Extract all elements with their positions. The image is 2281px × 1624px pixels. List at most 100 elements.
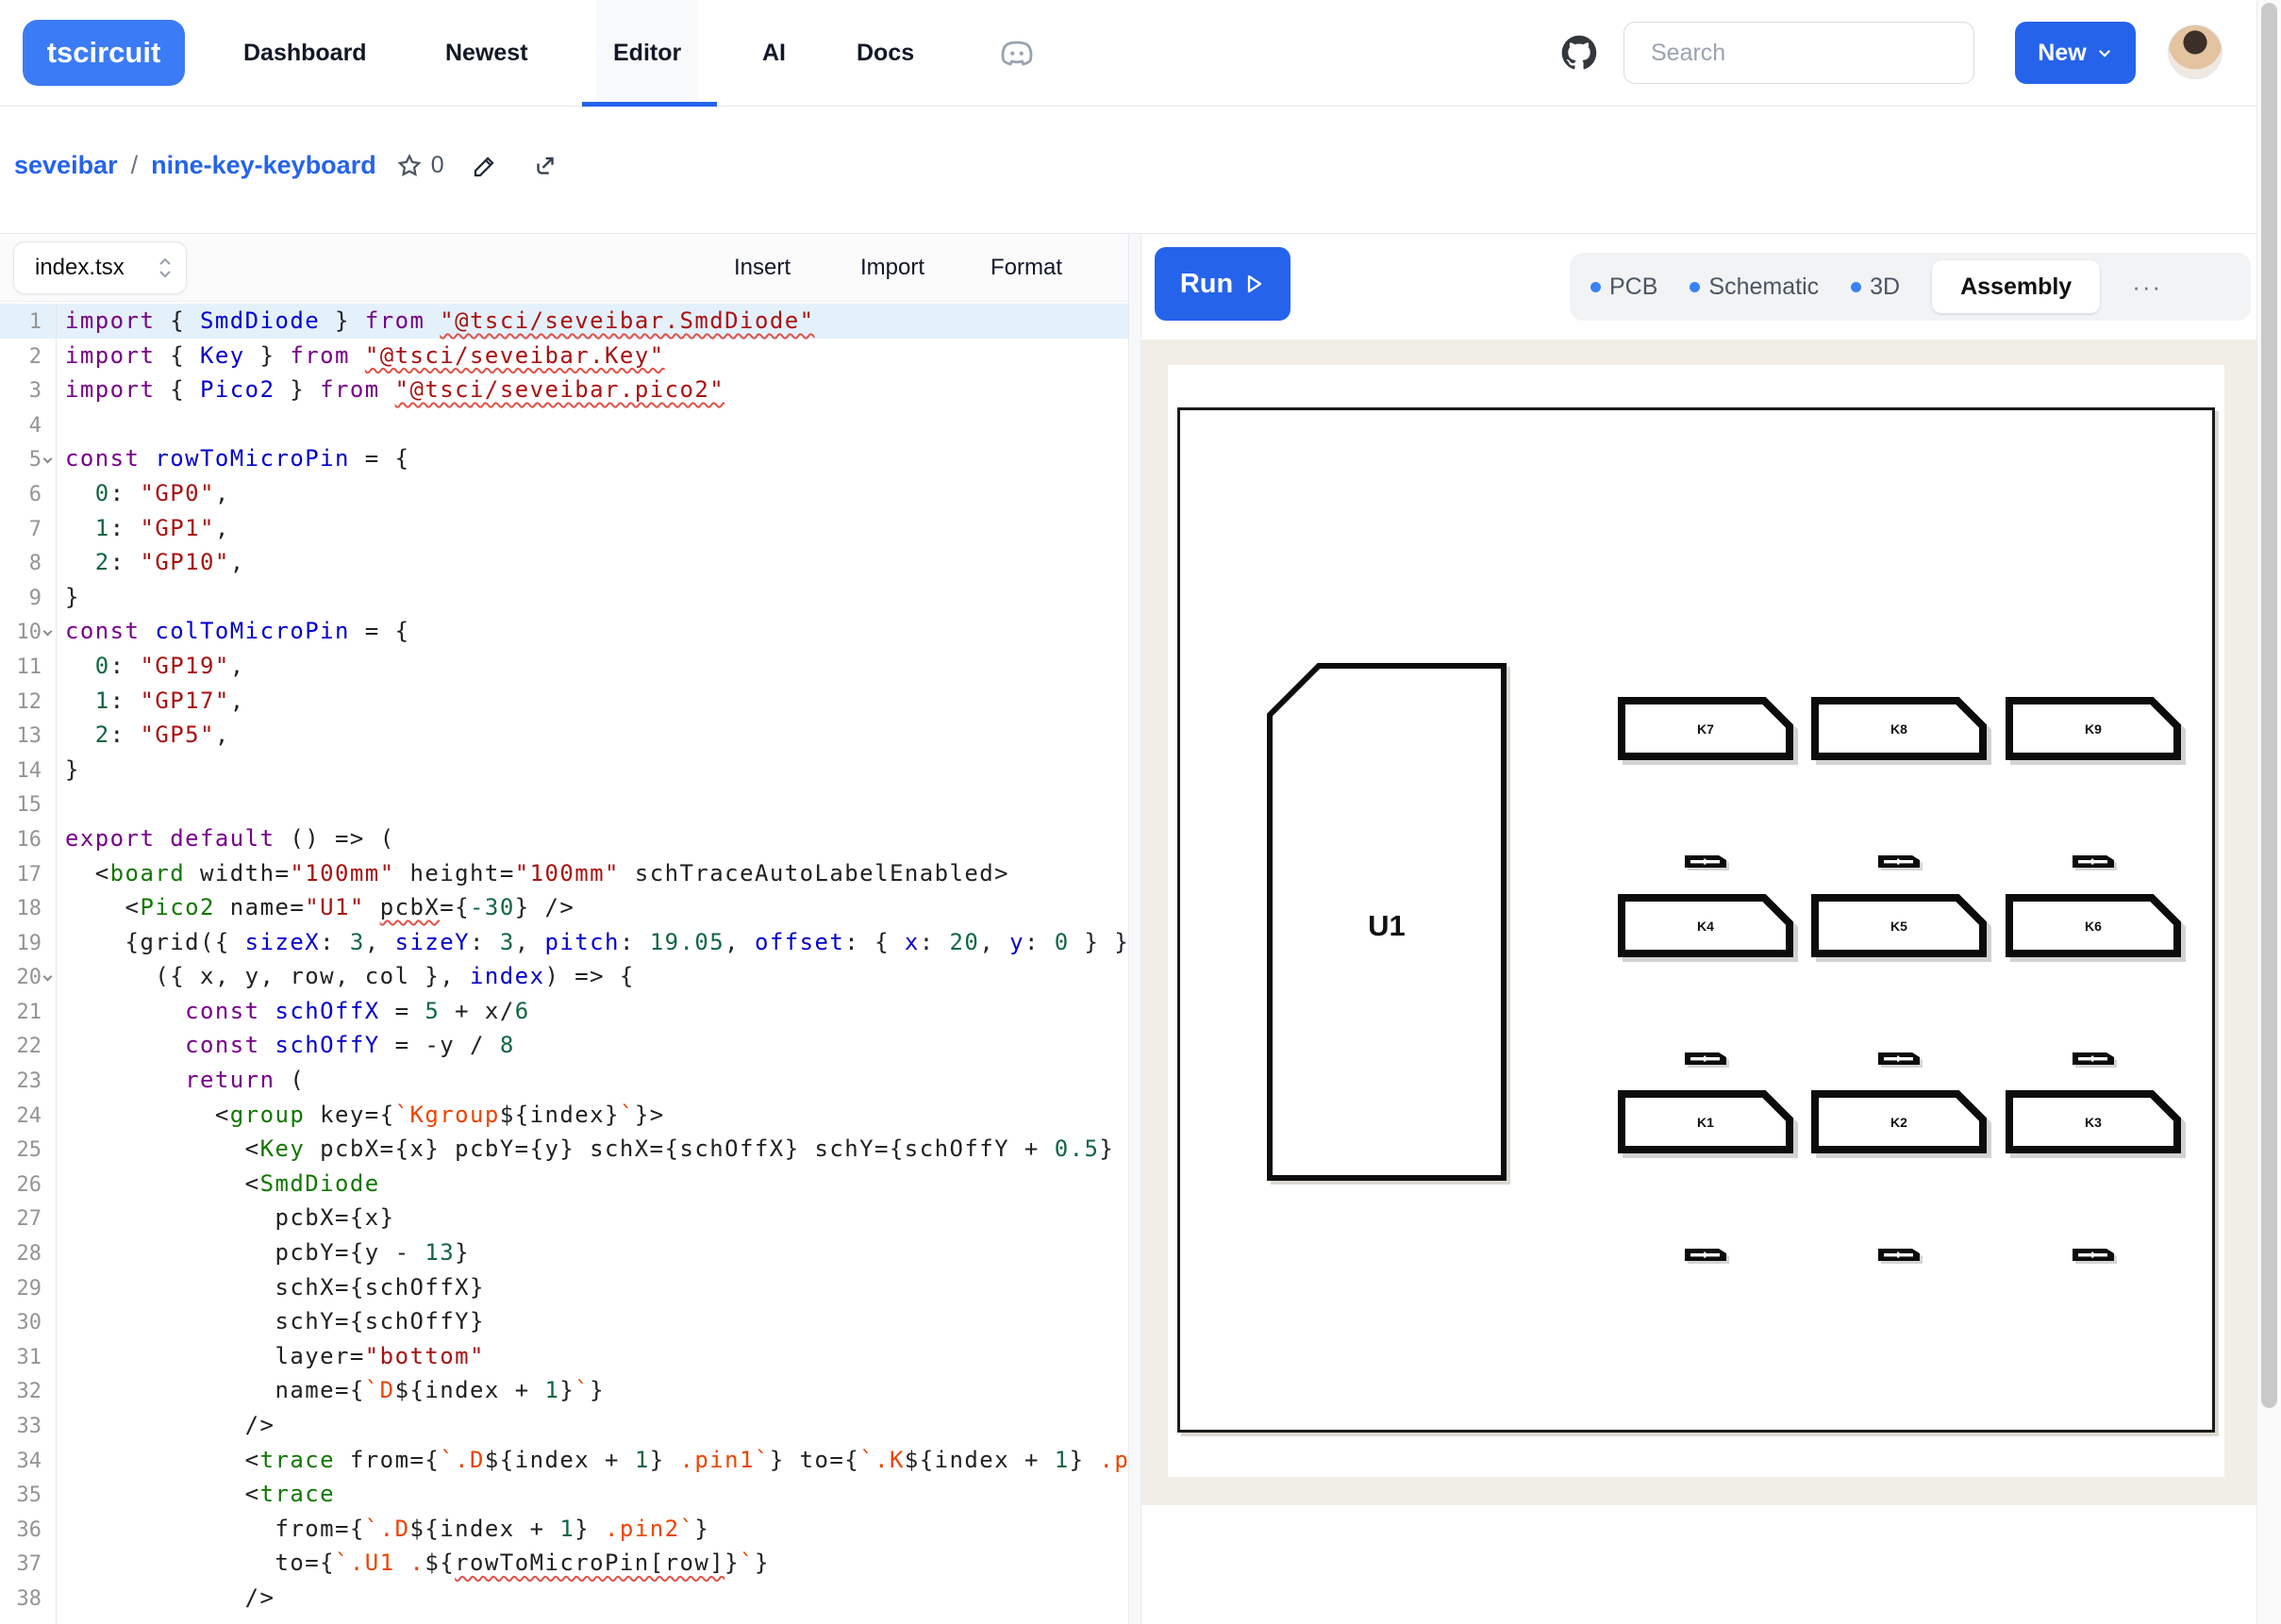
code-line[interactable]: 11 0: "GP19", <box>0 649 1128 684</box>
code-text[interactable]: 2: "GP10", <box>65 549 245 575</box>
code-line[interactable]: 25 <Key pcbX={x} pcbY={y} schX={schOffX}… <box>0 1132 1128 1167</box>
tab-3d[interactable]: 3D <box>1851 273 1900 301</box>
assembly-diode[interactable] <box>1878 855 1920 868</box>
code-line[interactable]: 26 <SmdDiode <box>0 1167 1128 1201</box>
run-button[interactable]: Run <box>1155 247 1290 321</box>
code-text[interactable]: 0: "GP0", <box>65 480 230 506</box>
assembly-key-k7[interactable]: K7 <box>1618 697 1793 760</box>
code-line[interactable]: 1import { SmdDiode } from "@tsci/seveiba… <box>0 304 1128 339</box>
code-text[interactable]: ({ x, y, row, col }, index) => { <box>65 963 635 989</box>
code-text[interactable]: const schOffX = 5 + x/6 <box>65 998 530 1024</box>
search-input[interactable] <box>1623 22 1974 84</box>
page-scrollbar[interactable] <box>2256 0 2281 1624</box>
avatar[interactable] <box>2168 25 2223 79</box>
code-text[interactable]: schY={schOffY} <box>65 1308 485 1334</box>
code-text[interactable]: <trace <box>65 1481 335 1507</box>
pane-splitter[interactable] <box>1128 234 1141 1624</box>
code-text[interactable]: schX={schOffX} <box>65 1274 485 1301</box>
tabs-more-icon[interactable]: ··· <box>2132 273 2162 302</box>
code-text[interactable]: layer="bottom" <box>65 1343 485 1369</box>
code-line[interactable]: 14} <box>0 753 1128 787</box>
assembly-diode[interactable] <box>1685 1249 1726 1261</box>
code-line[interactable]: 17 <board width="100mm" height="100mm" s… <box>0 856 1128 891</box>
assembly-diode[interactable] <box>2073 855 2114 868</box>
code-line[interactable]: 33 /> <box>0 1408 1128 1443</box>
share-fork-icon[interactable] <box>531 152 559 180</box>
code-line[interactable]: 3import { Pico2 } from "@tsci/seveibar.p… <box>0 373 1128 407</box>
fold-chevron-icon[interactable] <box>42 617 56 652</box>
code-text[interactable]: from={`.D${index + 1} .pin2`} <box>65 1516 709 1542</box>
code-line[interactable]: 31 layer="bottom" <box>0 1339 1128 1374</box>
code-text[interactable]: } <box>65 584 80 610</box>
code-line[interactable]: 16export default () => ( <box>0 821 1128 856</box>
code-text[interactable]: 1: "GP1", <box>65 515 230 541</box>
assembly-diode[interactable] <box>1878 1249 1920 1261</box>
nav-item-newest[interactable]: Newest <box>428 0 545 106</box>
code-text[interactable]: pcbY={y - 13} <box>65 1239 470 1266</box>
code-text[interactable]: import { Pico2 } from "@tsci/seveibar.pi… <box>65 376 724 403</box>
code-line[interactable]: 10const colToMicroPin = { <box>0 614 1128 649</box>
assembly-diode[interactable] <box>1685 855 1726 868</box>
assembly-diode[interactable] <box>2073 1052 2114 1065</box>
code-text[interactable]: /> <box>65 1412 275 1438</box>
code-text[interactable]: const rowToMicroPin = { <box>65 445 409 472</box>
code-text[interactable]: 0: "GP19", <box>65 653 245 679</box>
assembly-key-k2[interactable]: K2 <box>1811 1090 1987 1153</box>
assembly-key-k8[interactable]: K8 <box>1811 697 1987 760</box>
code-line[interactable]: 38 /> <box>0 1581 1128 1616</box>
code-line[interactable]: 23 return ( <box>0 1063 1128 1098</box>
nav-item-editor[interactable]: Editor <box>596 0 698 106</box>
code-text[interactable]: <board width="100mm" height="100mm" schT… <box>65 860 1009 887</box>
code-line[interactable]: 19 {grid({ sizeX: 3, sizeY: 3, pitch: 19… <box>0 925 1128 960</box>
code-text[interactable]: 2: "GP5", <box>65 721 230 748</box>
tab-pcb[interactable]: PCB <box>1590 273 1657 301</box>
code-line[interactable]: 29 schX={schOffX} <box>0 1270 1128 1305</box>
code-text[interactable]: <group key={`Kgroup${index}`}> <box>65 1102 665 1128</box>
format-button[interactable]: Format <box>991 234 1062 302</box>
code-text[interactable]: const colToMicroPin = { <box>65 618 409 644</box>
scrollbar-thumb[interactable] <box>2261 3 2277 1408</box>
assembly-key-k4[interactable]: K4 <box>1618 894 1793 957</box>
code-line[interactable]: 30 schY={schOffY} <box>0 1304 1128 1339</box>
assembly-diode[interactable] <box>2073 1249 2114 1261</box>
breadcrumb-project[interactable]: nine-key-keyboard <box>151 151 376 180</box>
code-text[interactable]: export default () => ( <box>65 825 395 852</box>
code-line[interactable]: 24 <group key={`Kgroup${index}`}> <box>0 1098 1128 1133</box>
code-line[interactable]: 15 <box>0 787 1128 821</box>
code-line[interactable]: 22 const schOffY = -y / 8 <box>0 1028 1128 1063</box>
nav-item-docs[interactable]: Docs <box>840 0 931 106</box>
file-select[interactable]: index.tsx <box>13 241 187 294</box>
assembly-diode[interactable] <box>1878 1052 1920 1065</box>
code-line[interactable]: 4 <box>0 407 1128 442</box>
code-line[interactable]: 13 2: "GP5", <box>0 718 1128 753</box>
assembly-key-k3[interactable]: K3 <box>2006 1090 2181 1153</box>
star-group[interactable]: 0 <box>395 152 444 180</box>
assembly-diode[interactable] <box>1685 1052 1726 1065</box>
code-line[interactable]: 21 const schOffX = 5 + x/6 <box>0 994 1128 1029</box>
tab-schematic[interactable]: Schematic <box>1690 273 1819 301</box>
code-text[interactable]: import { SmdDiode } from "@tsci/seveibar… <box>65 307 815 334</box>
code-editor[interactable]: 1import { SmdDiode } from "@tsci/seveiba… <box>0 304 1128 1624</box>
fold-chevron-icon[interactable] <box>42 962 56 997</box>
assembly-key-k6[interactable]: K6 <box>2006 894 2181 957</box>
code-line[interactable]: 36 from={`.D${index + 1} .pin2`} <box>0 1512 1128 1547</box>
code-line[interactable]: 34 <trace from={`.D${index + 1} .pin1`} … <box>0 1443 1128 1478</box>
code-line[interactable]: 9} <box>0 580 1128 615</box>
edit-pencil-icon[interactable] <box>471 152 499 180</box>
code-line[interactable]: 2import { Key } from "@tsci/seveibar.Key… <box>0 339 1128 373</box>
code-line[interactable]: 20 ({ x, y, row, col }, index) => { <box>0 959 1128 994</box>
nav-item-dashboard[interactable]: Dashboard <box>226 0 384 106</box>
code-text[interactable]: <Key pcbX={x} pcbY={y} schX={schOffX} sc… <box>65 1135 1128 1162</box>
assembly-key-k9[interactable]: K9 <box>2006 697 2181 760</box>
code-line[interactable]: 8 2: "GP10", <box>0 545 1128 580</box>
nav-item-ai[interactable]: AI <box>745 0 803 106</box>
insert-button[interactable]: Insert <box>734 234 791 302</box>
code-text[interactable]: <SmdDiode <box>65 1170 380 1197</box>
code-text[interactable]: return ( <box>65 1067 305 1093</box>
new-button[interactable]: New <box>2015 22 2136 84</box>
code-line[interactable]: 35 <trace <box>0 1477 1128 1512</box>
assembly-key-k1[interactable]: K1 <box>1618 1090 1793 1153</box>
code-text[interactable]: to={`.U1 .${rowToMicroPin[row]}`} <box>65 1549 770 1576</box>
code-text[interactable]: import { Key } from "@tsci/seveibar.Key" <box>65 342 665 369</box>
code-line[interactable]: 37 to={`.U1 .${rowToMicroPin[row]}`} <box>0 1546 1128 1581</box>
